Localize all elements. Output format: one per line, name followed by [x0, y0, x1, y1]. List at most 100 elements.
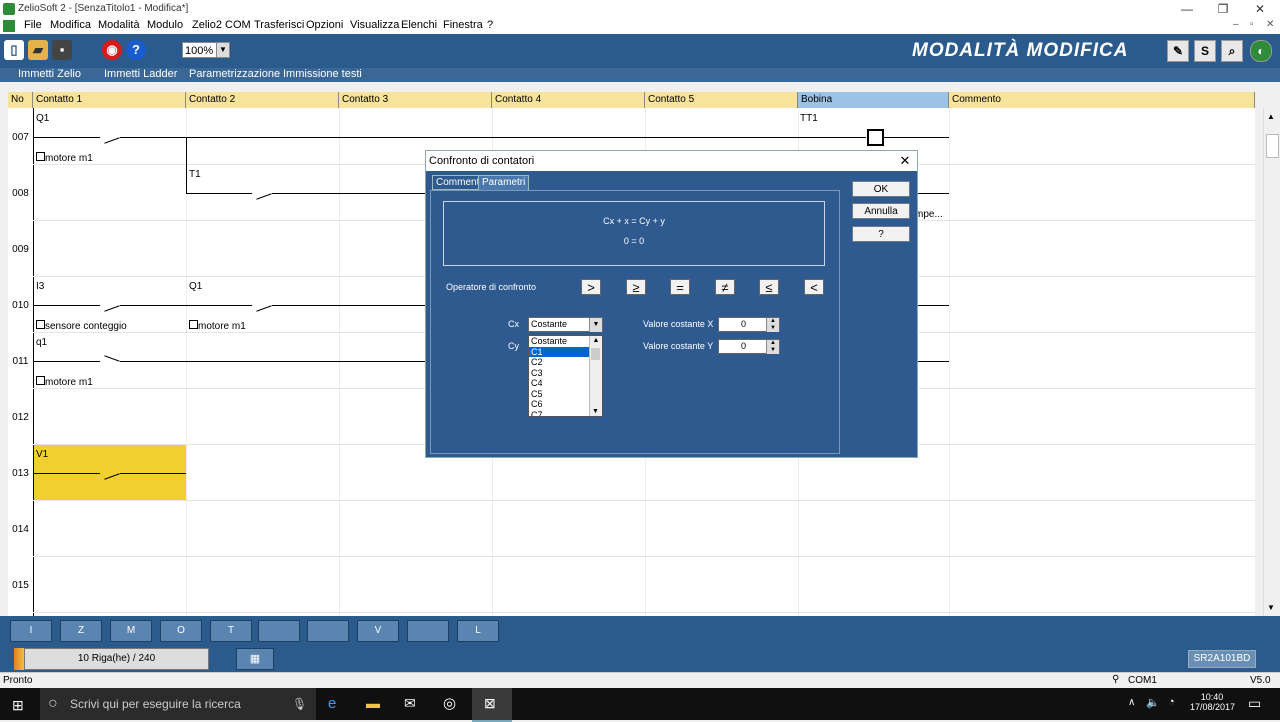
menu-elenchi[interactable]: Elenchi — [401, 19, 437, 31]
stepper-arrows-icon[interactable]: ▲ ▼ — [766, 318, 779, 332]
tab-parametrizzazione[interactable]: Parametrizzazione — [187, 68, 282, 82]
clock[interactable]: 10:40 17/08/2017 — [1190, 692, 1235, 712]
const-x-stepper[interactable]: 0 ▲ ▼ — [718, 317, 780, 332]
ok-button[interactable]: OK — [852, 181, 910, 197]
cx-select[interactable]: Costante ▼ — [528, 317, 603, 332]
mdi-minimize-button[interactable]: – — [1233, 19, 1239, 30]
zeliosoft-icon: ⊠ — [484, 695, 496, 711]
search-icon[interactable]: ⌕ — [1221, 40, 1243, 62]
zx-key-button[interactable]: Z — [60, 620, 102, 642]
contact-label: V1 — [36, 449, 49, 460]
new-file-icon[interactable]: ▯ — [4, 40, 24, 60]
input-contact-button[interactable]: I — [10, 620, 52, 642]
menu-zelio2com[interactable]: Zelio2 COM — [192, 19, 251, 31]
const-y-label: Valore costante Y — [643, 341, 714, 351]
app-icon[interactable]: ◎ — [443, 694, 456, 712]
not-equal-button[interactable]: ≠ — [715, 279, 735, 295]
dropdown-scrollbar[interactable]: ▲ ▼ — [589, 336, 602, 416]
main-toolbar: ▯ ▰ ▪ ◉ ? 100% ▼ MODALITÀ MODIFICA ✎ S ⌕… — [0, 34, 1280, 68]
less-than-button[interactable]: < — [804, 279, 824, 295]
menu-visualizza[interactable]: Visualizza — [350, 19, 399, 31]
s-mode-button[interactable]: S — [1194, 40, 1216, 62]
row-number: 011 — [12, 356, 29, 367]
contact-label: q1 — [36, 337, 48, 348]
greater-than-button[interactable]: > — [581, 279, 601, 295]
open-folder-icon[interactable]: ▰ — [28, 40, 48, 60]
menu-modifica[interactable]: Modifica — [50, 19, 91, 31]
stepper-arrows-icon[interactable]: ▲ ▼ — [766, 340, 779, 354]
maximize-button[interactable]: ❐ — [1206, 0, 1240, 18]
tab-immetti-ladder[interactable]: Immetti Ladder — [102, 68, 179, 82]
edge-icon[interactable]: e — [328, 695, 336, 712]
save-icon[interactable]: ▪ — [52, 40, 72, 60]
network-icon[interactable]: ◔ — [1168, 696, 1175, 708]
taskbar-search[interactable]: ○ Scrivi qui per eseguire la ricerca 🎙 — [40, 688, 316, 720]
lcd-button[interactable]: L — [457, 620, 499, 642]
zoom-select[interactable]: 100% ▼ — [182, 42, 230, 58]
menu-modalita[interactable]: Modalità — [98, 19, 140, 31]
scroll-thumb[interactable] — [591, 348, 600, 360]
microphone-icon[interactable]: 🎙 — [292, 688, 307, 720]
scroll-down-icon[interactable]: ▼ — [1267, 603, 1275, 612]
cx-label: Cx — [508, 319, 519, 329]
dialog-title: Confronto di contatori — [429, 155, 535, 167]
module-icon[interactable]: ▦ — [236, 648, 274, 670]
row-number: 014 — [12, 524, 29, 535]
menu-finestra[interactable]: Finestra — [443, 19, 483, 31]
const-y-stepper[interactable]: 0 ▲ ▼ — [718, 339, 780, 354]
close-button[interactable]: ✕ — [1243, 0, 1277, 18]
minimize-button[interactable]: — — [1170, 0, 1204, 18]
mail-icon[interactable]: ✉ — [404, 695, 416, 712]
simulation-icon[interactable]: ◉ — [102, 40, 122, 60]
explorer-icon[interactable]: ▬ — [366, 695, 380, 711]
volume-icon[interactable]: 🔈 — [1146, 696, 1160, 709]
dialog-close-icon[interactable]: ✕ — [897, 151, 913, 171]
dropdown-option-selected[interactable]: C1 — [529, 346, 590, 357]
search-placeholder: Scrivi qui per eseguire la ricerca — [70, 697, 241, 711]
menu-opzioni[interactable]: Opzioni — [306, 19, 343, 31]
col-header-no: No — [8, 92, 33, 108]
notification-icon[interactable]: ▭ — [1248, 695, 1261, 712]
fast-counter-button[interactable] — [307, 620, 349, 642]
coil-symbol[interactable] — [867, 129, 884, 146]
edit-mode-icon[interactable]: ✎ — [1167, 40, 1189, 62]
less-equal-button[interactable]: ≤ — [759, 279, 779, 295]
mdi-restore-button[interactable]: ▫ — [1250, 19, 1254, 30]
ladder-grid-header: No Contatto 1 Contatto 2 Contatto 3 Cont… — [8, 92, 1255, 109]
clock-button[interactable] — [407, 620, 449, 642]
dialog-help-button[interactable]: ? — [852, 226, 910, 242]
counter-compare-button[interactable]: V — [357, 620, 399, 642]
tab-immetti-zelio[interactable]: Immetti Zelio — [16, 68, 83, 82]
menu-modulo[interactable]: Modulo — [147, 19, 183, 31]
menu-file[interactable]: File — [24, 19, 42, 31]
vertical-scrollbar[interactable]: ▲ ▼ — [1263, 108, 1280, 616]
scroll-up-icon[interactable]: ▲ — [590, 337, 602, 344]
aux-relay-button[interactable]: M — [110, 620, 152, 642]
tab-parametri[interactable]: Parametri — [478, 175, 530, 190]
dialog-title-bar: Confronto di contatori ✕ — [426, 151, 917, 171]
menu-trasferisci[interactable]: Trasferisci — [254, 19, 304, 31]
timer-button[interactable]: T — [210, 620, 252, 642]
zoom-value: 100% — [185, 45, 214, 57]
counter-button[interactable] — [258, 620, 300, 642]
scroll-thumb[interactable] — [1266, 134, 1279, 158]
tab-immissione-testi[interactable]: Immissione testi — [281, 68, 364, 82]
help-icon[interactable]: ? — [126, 40, 146, 60]
zelio-logo-icon[interactable]: ◐ — [1250, 40, 1272, 62]
equal-button[interactable]: = — [670, 279, 690, 295]
menu-help[interactable]: ? — [487, 19, 493, 31]
info-bar: 10 Riga(he) / 240 ▦ SR2A101BD — [0, 644, 1280, 672]
windows-start-icon[interactable]: ⊞ — [12, 697, 24, 714]
greater-equal-button[interactable]: ≥ — [626, 279, 646, 295]
cancel-button[interactable]: Annulla — [852, 203, 910, 219]
zeliosoft-task[interactable]: ⊠ — [472, 688, 512, 722]
module-model: SR2A101BD — [1188, 650, 1256, 668]
scroll-up-icon[interactable]: ▲ — [1267, 112, 1275, 121]
cy-dropdown-list[interactable]: Costante C1 C2 C3 C4 C5 C6 C7 ▲ ▼ — [528, 335, 603, 417]
color-indicator — [14, 648, 24, 670]
tray-up-icon[interactable]: ∧ — [1128, 697, 1135, 708]
mdi-close-button[interactable]: ✕ — [1266, 19, 1274, 30]
scroll-down-icon[interactable]: ▼ — [592, 408, 599, 415]
output-button[interactable]: O — [160, 620, 202, 642]
contact-comment: motore m1 — [45, 153, 93, 164]
